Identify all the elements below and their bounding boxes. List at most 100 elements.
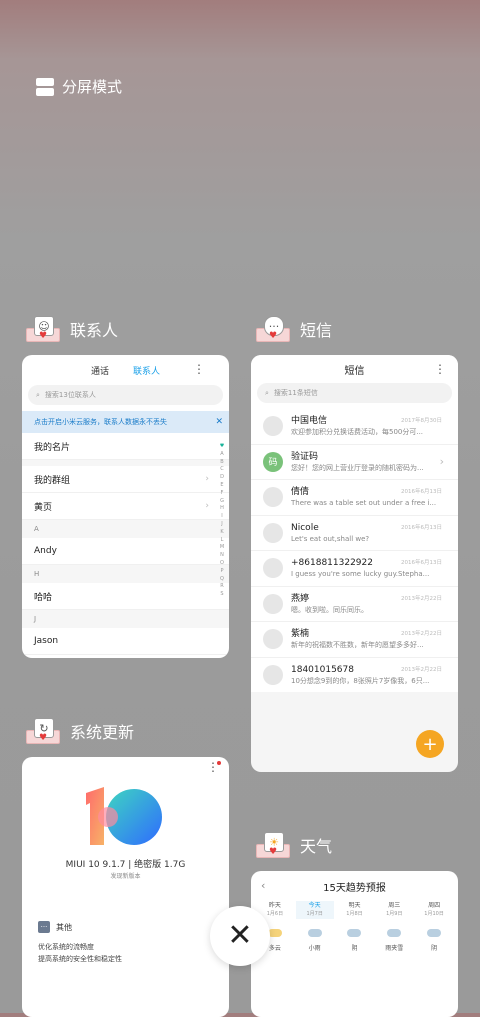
- message-thread-row[interactable]: 中国电信 欢迎参加积分兑换话费活动，每500分可... 2017年8月30日: [251, 409, 458, 444]
- weather-title: 15天趋势预报: [323, 882, 386, 894]
- version-text: MIUI 10 9.1.7 | 绝密版 1.7G: [65, 860, 186, 870]
- alphabet-letter[interactable]: K: [218, 529, 226, 537]
- messages-search-input[interactable]: ⌕ 搜索11条短信: [257, 383, 452, 403]
- contact-row[interactable]: Andy: [22, 538, 229, 565]
- back-icon[interactable]: ‹: [261, 879, 265, 892]
- condition-label: 雨夹雪: [385, 945, 404, 952]
- day-date: 1月10日: [424, 911, 444, 917]
- alphabet-letter[interactable]: J: [218, 521, 226, 529]
- favorite-heart-icon: ♥: [219, 443, 225, 449]
- chevron-right-icon: ›: [205, 501, 209, 511]
- avatar: [263, 664, 283, 685]
- forecast-days: 昨天 1月6日 今天 1月7日 明天 1月8日 周三 1月9日 周四 1月10日: [251, 901, 458, 919]
- forecast-day[interactable]: 明天 1月8日: [335, 901, 373, 919]
- release-note: 优化系统的流畅度: [38, 943, 94, 951]
- message-snippet: Let's eat out,shall we?: [291, 534, 370, 543]
- tab-contacts[interactable]: 联系人: [133, 364, 160, 377]
- alphabet-letter[interactable]: D: [218, 474, 226, 482]
- notification-dot: [217, 761, 221, 765]
- split-screen-label: 分屏模式: [62, 78, 123, 96]
- chevron-right-icon: ›: [439, 454, 444, 468]
- my-card-row[interactable]: 我的名片: [22, 433, 229, 460]
- compose-button[interactable]: +: [416, 730, 444, 758]
- split-screen-icon: [36, 77, 54, 96]
- alphabet-letter[interactable]: S: [218, 591, 226, 599]
- yellow-pages-row[interactable]: 黄页 ›: [22, 493, 229, 520]
- tab-calls[interactable]: 通话: [91, 364, 109, 377]
- more-dots-icon: ···: [38, 921, 50, 933]
- update-app-name: 系统更新: [70, 723, 135, 742]
- update-icon: ↻ ♥: [26, 718, 60, 744]
- condition-label: 阴: [351, 945, 358, 952]
- cloud-banner[interactable]: 点击开启小米云服务，联系人数据永不丢失 ✕: [22, 411, 229, 433]
- day-date: 1月7日: [306, 911, 323, 917]
- section-header: A: [22, 520, 229, 538]
- my-groups-row[interactable]: 我的群组 ›: [22, 466, 229, 493]
- forecast-day[interactable]: 今天 1月7日: [295, 901, 334, 919]
- contacts-app-card[interactable]: 通话 联系人 ⋮ ⌕ 搜索13位联系人 点击开启小米云服务，联系人数据永不丢失 …: [22, 355, 229, 658]
- contact-row[interactable]: Jason: [22, 628, 229, 655]
- alphabet-letter[interactable]: O: [218, 560, 226, 568]
- alphabet-letter[interactable]: C: [218, 466, 226, 474]
- message-snippet: There was a table set out under a free i…: [291, 499, 437, 508]
- alphabet-letter[interactable]: E: [218, 482, 226, 490]
- messages-app-name: 短信: [300, 321, 333, 340]
- avatar: [263, 522, 283, 543]
- weather-icon: ☀ ♥: [256, 832, 290, 858]
- messages-title: 短信: [344, 365, 365, 377]
- alphabet-letter[interactable]: N: [218, 552, 226, 560]
- message-snippet: 新年的祝福数不胜数，新年的愿望多多好...: [291, 641, 424, 650]
- day-name: 周四: [428, 902, 441, 909]
- message-thread-row[interactable]: +8618811322922 I guess you're some lucky …: [251, 550, 458, 586]
- alphabet-letter[interactable]: Q: [218, 576, 226, 584]
- cloud-icon: [387, 929, 402, 937]
- split-screen-button[interactable]: 分屏模式: [36, 76, 122, 97]
- update-app-card[interactable]: ⋮ MIUI 10 9.1.7 | 绝密版 1.7G 发现新版本 ··· 其他 …: [22, 757, 229, 1017]
- alphabet-letter[interactable]: F: [218, 490, 226, 498]
- contacts-search-input[interactable]: ⌕ 搜索13位联系人: [28, 385, 223, 405]
- messages-app-card[interactable]: 短信 ⋮ ⌕ 搜索11条短信 中国电信 欢迎参加积分兑换话费活动，每500分可..…: [251, 355, 458, 772]
- forecast-day[interactable]: 周四 1月10日: [415, 901, 453, 919]
- close-icon[interactable]: ✕: [215, 417, 223, 427]
- alphabet-letter[interactable]: A: [218, 451, 226, 459]
- alphabet-letter[interactable]: I: [218, 513, 226, 521]
- message-thread-row[interactable]: 18401015678 10分想念9到的你，8张照片7岁像我，6只... 2013年…: [251, 656, 458, 693]
- alphabet-letter[interactable]: H: [218, 505, 226, 513]
- contact-name: Andy: [34, 546, 57, 556]
- message-thread-row[interactable]: 燕婷 嗯。收到啦。同乐同乐。 2013年2月22日: [251, 585, 458, 622]
- search-placeholder: 搜索11条短信: [273, 389, 318, 397]
- message-thread-row[interactable]: 紫楠 新年的祝福数不胜数，新年的愿望多多好... 2013年2月22日: [251, 621, 458, 657]
- cloud-icon: [307, 929, 322, 937]
- message-thread-row[interactable]: Nicole Let's eat out,shall we? 2016年6月13日: [251, 514, 458, 551]
- alphabet-letter[interactable]: P: [218, 568, 226, 576]
- search-icon: ⌕: [36, 390, 40, 399]
- day-date: 1月8日: [346, 911, 363, 917]
- forecast-conditions: 多云 小雨阴雨夹雪阴: [251, 929, 458, 952]
- contacts-app-name: 联系人: [70, 321, 119, 340]
- message-thread-row[interactable]: 码验证码 您好！您的网上营业厅登录的随机密码为... ›: [251, 443, 458, 480]
- miui-10-logo: [86, 787, 162, 845]
- more-icon[interactable]: ⋮: [193, 363, 205, 375]
- alphabet-letter[interactable]: B: [218, 459, 226, 467]
- weather-app-card[interactable]: ‹ 15天趋势预报 昨天 1月6日 今天 1月7日 明天 1月8日 周三 1月9日 周四 1月10…: [251, 871, 458, 1017]
- contact-name: 哈哈: [34, 592, 53, 603]
- message-snippet: I guess you're some lucky guy.Stepha...: [291, 570, 430, 579]
- release-notes: 优化系统的流畅度 提高系统的安全性和稳定性: [38, 941, 122, 965]
- day-name: 昨天: [268, 902, 281, 909]
- day-date: 1月9日: [386, 911, 403, 917]
- avatar: [263, 593, 283, 614]
- alphabet-letter[interactable]: L: [218, 537, 226, 545]
- section-header: H: [22, 565, 229, 583]
- message-time: 2016年6月13日: [401, 524, 442, 531]
- more-icon[interactable]: ⋮: [434, 363, 446, 375]
- close-all-button[interactable]: ✕: [210, 906, 270, 966]
- alphabet-letter[interactable]: R: [218, 583, 226, 591]
- message-thread-row[interactable]: 倩倩 There was a table set out under a free…: [251, 479, 458, 515]
- contact-row[interactable]: 哈哈: [22, 583, 229, 610]
- alphabet-index[interactable]: ♥ A B C D E F G H I J K L M N O P Q R S: [218, 443, 226, 599]
- message-time: 2016年6月13日: [401, 560, 442, 566]
- alphabet-letter[interactable]: G: [218, 498, 226, 506]
- message-time: 2017年8月30日: [401, 418, 442, 424]
- forecast-day[interactable]: 周三 1月9日: [375, 901, 413, 919]
- alphabet-letter[interactable]: M: [218, 544, 226, 552]
